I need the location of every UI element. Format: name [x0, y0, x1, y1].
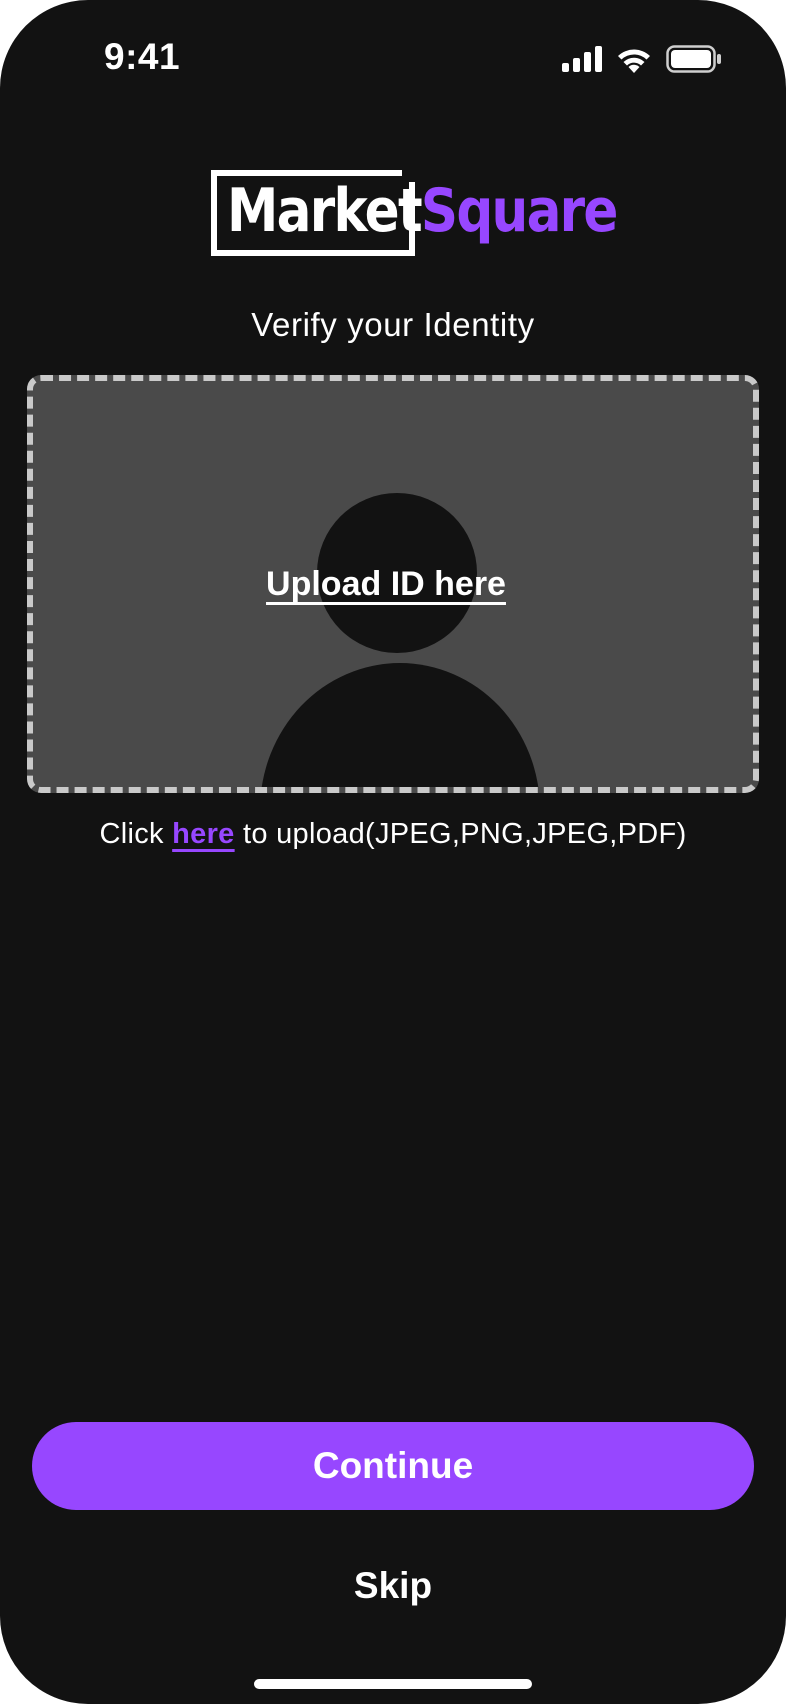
logo-word-square: Square — [420, 176, 619, 246]
continue-button[interactable]: Continue — [32, 1422, 754, 1510]
wifi-icon — [618, 49, 650, 73]
home-indicator[interactable] — [254, 1679, 532, 1689]
marketsquare-logo: MarketSquare — [211, 168, 618, 256]
logo-wordmark: MarketSquare — [227, 174, 619, 248]
status-icons — [562, 42, 722, 76]
upload-here-link[interactable]: here — [172, 818, 234, 850]
page-title: Verify your Identity — [251, 306, 535, 343]
battery-icon — [666, 45, 721, 73]
upload-hint: Click here to upload(JPEG,PNG,JPEG,PDF) — [0, 818, 786, 851]
person-silhouette-body — [260, 663, 540, 787]
hint-prefix: Click — [99, 818, 173, 850]
upload-id-label[interactable]: Upload ID here — [33, 565, 739, 604]
id-upload-dropzone[interactable]: Upload ID here — [27, 375, 759, 793]
logo-word-market: Market — [227, 176, 423, 246]
skip-button[interactable]: Skip — [293, 1560, 493, 1612]
cellular-signal-icon — [562, 46, 602, 72]
hint-suffix: to upload(JPEG,PNG,JPEG,PDF) — [234, 818, 687, 850]
status-time: 9:41 — [104, 36, 181, 77]
phone-screen: 9:41 MarketSquare Verify your Identity U… — [0, 0, 786, 1704]
